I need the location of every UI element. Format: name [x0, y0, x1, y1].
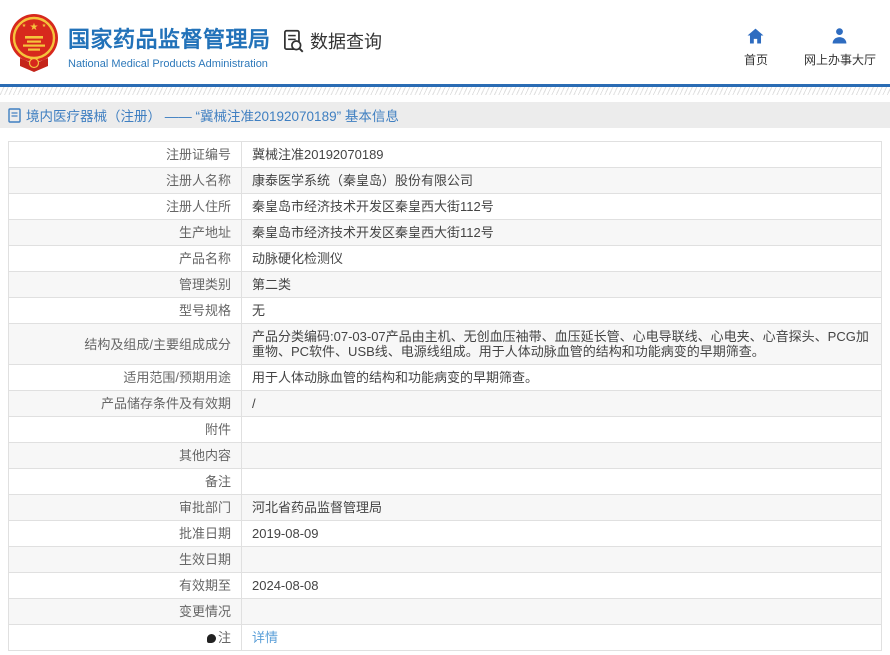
page-icon	[8, 108, 21, 123]
person-icon	[831, 28, 848, 44]
row-label: 结构及组成/主要组成成分	[9, 324, 242, 365]
table-row: 生产地址 秦皇岛市经济技术开发区秦皇西大街112号	[9, 220, 882, 246]
row-value	[242, 469, 882, 495]
data-query-tab[interactable]: 数据查询	[280, 28, 382, 54]
svg-text:★: ★	[42, 23, 47, 29]
row-label: 注册证编号	[9, 142, 242, 168]
row-label: 审批部门	[9, 495, 242, 521]
row-label: 产品名称	[9, 246, 242, 272]
row-value	[242, 599, 882, 625]
org-name-zh: 国家药品监督管理局	[68, 22, 271, 54]
row-value: 第二类	[242, 272, 882, 298]
row-value: 秦皇岛市经济技术开发区秦皇西大街112号	[242, 220, 882, 246]
row-label: 产品储存条件及有效期	[9, 391, 242, 417]
row-value: 详情	[242, 625, 882, 651]
table-row: 注册证编号 冀械注准20192070189	[9, 142, 882, 168]
table-row: 结构及组成/主要组成成分 产品分类编码:07-03-07产品由主机、无创血压袖带…	[9, 324, 882, 365]
table-row: 型号规格 无	[9, 298, 882, 324]
row-label: 其他内容	[9, 443, 242, 469]
table-row: 有效期至 2024-08-08	[9, 573, 882, 599]
registration-table-body: 注册证编号 冀械注准20192070189 注册人名称 康泰医学系统（秦皇岛）股…	[9, 142, 882, 651]
registration-info-table-wrap: 注册证编号 冀械注准20192070189 注册人名称 康泰医学系统（秦皇岛）股…	[8, 141, 882, 651]
table-row: 适用范围/预期用途 用于人体动脉血管的结构和功能病变的早期筛查。	[9, 365, 882, 391]
table-row: 审批部门 河北省药品监督管理局	[9, 495, 882, 521]
table-row: 附件	[9, 417, 882, 443]
row-value: 康泰医学系统（秦皇岛）股份有限公司	[242, 168, 882, 194]
detail-link[interactable]: 详情	[252, 630, 278, 645]
row-value: 2024-08-08	[242, 573, 882, 599]
breadcrumb-text: 境内医疗器械（注册） —— “冀械注准20192070189” 基本信息	[26, 105, 399, 125]
site-header: ★ ★ ★ 国家药品监督管理局 National Medical Product…	[0, 0, 890, 84]
table-row: 产品储存条件及有效期 /	[9, 391, 882, 417]
table-row: 注册人住所 秦皇岛市经济技术开发区秦皇西大街112号	[9, 194, 882, 220]
org-name-en: National Medical Products Administration	[68, 58, 271, 70]
nav-item-home[interactable]: 首页	[744, 28, 768, 68]
row-value	[242, 443, 882, 469]
row-label: 批准日期	[9, 521, 242, 547]
row-value: 2019-08-09	[242, 521, 882, 547]
row-value: 冀械注准20192070189	[242, 142, 882, 168]
nav-item-service-hall[interactable]: 网上办事大厅	[804, 28, 876, 68]
home-icon	[747, 28, 764, 44]
top-nav: 首页 网上办事大厅	[744, 28, 876, 68]
row-value: /	[242, 391, 882, 417]
header-hatch-strip	[0, 87, 890, 95]
row-label: 有效期至	[9, 573, 242, 599]
table-row: 生效日期	[9, 547, 882, 573]
breadcrumb: 境内医疗器械（注册） —— “冀械注准20192070189” 基本信息	[0, 102, 890, 128]
row-label: 型号规格	[9, 298, 242, 324]
row-value: 河北省药品监督管理局	[242, 495, 882, 521]
org-title-block: 国家药品监督管理局 National Medical Products Admi…	[68, 22, 271, 70]
row-label: 生效日期	[9, 547, 242, 573]
row-label: 注	[9, 625, 242, 651]
national-emblem-logo: ★ ★ ★	[8, 13, 60, 73]
svg-text:★: ★	[22, 23, 27, 29]
row-value	[242, 547, 882, 573]
table-row: 产品名称 动脉硬化检测仪	[9, 246, 882, 272]
row-value: 产品分类编码:07-03-07产品由主机、无创血压袖带、血压延长管、心电导联线、…	[242, 324, 882, 365]
row-value: 秦皇岛市经济技术开发区秦皇西大街112号	[242, 194, 882, 220]
table-row: 其他内容	[9, 443, 882, 469]
table-row: 管理类别 第二类	[9, 272, 882, 298]
row-label: 注册人住所	[9, 194, 242, 220]
row-label: 注册人名称	[9, 168, 242, 194]
table-row: 批准日期 2019-08-09	[9, 521, 882, 547]
nav-label-service-hall: 网上办事大厅	[804, 51, 876, 68]
row-label: 适用范围/预期用途	[9, 365, 242, 391]
row-label: 附件	[9, 417, 242, 443]
svg-text:★: ★	[30, 22, 39, 33]
row-label: 备注	[9, 469, 242, 495]
document-search-icon	[280, 28, 306, 54]
row-label: 管理类别	[9, 272, 242, 298]
table-row: 注 详情	[9, 625, 882, 651]
row-value: 用于人体动脉血管的结构和功能病变的早期筛查。	[242, 365, 882, 391]
nav-label-home: 首页	[744, 51, 768, 68]
table-row: 备注	[9, 469, 882, 495]
registration-info-table: 注册证编号 冀械注准20192070189 注册人名称 康泰医学系统（秦皇岛）股…	[8, 141, 882, 651]
row-value: 无	[242, 298, 882, 324]
table-row: 变更情况	[9, 599, 882, 625]
row-value: 动脉硬化检测仪	[242, 246, 882, 272]
table-row: 注册人名称 康泰医学系统（秦皇岛）股份有限公司	[9, 168, 882, 194]
row-label: 生产地址	[9, 220, 242, 246]
data-query-label: 数据查询	[310, 28, 382, 54]
note-icon	[207, 634, 216, 643]
row-label: 变更情况	[9, 599, 242, 625]
row-value	[242, 417, 882, 443]
